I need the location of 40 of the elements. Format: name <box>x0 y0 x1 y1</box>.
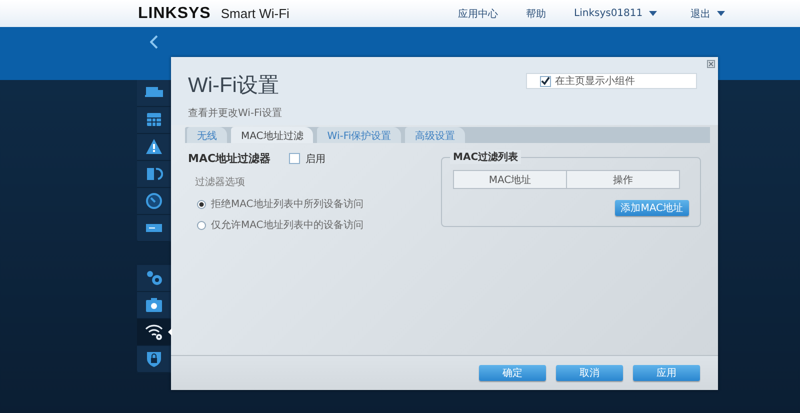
column-header: 操作 <box>566 171 679 188</box>
radio-button[interactable] <box>197 200 206 208</box>
section-label: MAC地址过滤器 <box>188 151 271 166</box>
shield-lock-icon[interactable] <box>145 350 163 368</box>
tab[interactable]: Wi-Fi保护设置 <box>317 127 402 143</box>
nav-link[interactable]: 应用中心 <box>458 6 498 20</box>
sidebar-item[interactable] <box>137 319 171 346</box>
gears-icon[interactable] <box>145 269 163 287</box>
warning-icon[interactable] <box>145 138 163 156</box>
tab[interactable]: 无线 <box>187 127 227 143</box>
dialog-subtitle: 查看并更改Wi-Fi设置 <box>188 106 283 120</box>
tab[interactable]: MAC地址过滤 <box>231 127 314 143</box>
footer-button[interactable]: 取消 <box>556 365 623 381</box>
wifi-icon[interactable] <box>145 323 163 341</box>
add-mac-button[interactable]: 添加MAC地址 <box>614 200 689 216</box>
nav-link[interactable]: 帮助 <box>526 6 546 20</box>
checkbox-label: 启用 <box>306 152 326 166</box>
gauge-icon[interactable] <box>145 192 163 210</box>
dropdown-caret-icon[interactable] <box>716 11 725 16</box>
footer-button[interactable]: 应用 <box>633 365 700 381</box>
calendar-icon[interactable] <box>145 111 163 129</box>
close-icon[interactable] <box>707 60 715 68</box>
radio-button[interactable] <box>197 220 206 230</box>
logo: LINKSYS <box>138 4 211 22</box>
nav-link[interactable]: 退出 <box>690 6 711 20</box>
toolbox-icon[interactable] <box>145 296 163 314</box>
tab[interactable]: 高级设置 <box>405 127 466 143</box>
dropdown-caret-icon[interactable] <box>648 11 657 16</box>
options-label: 过滤器选项 <box>195 176 246 189</box>
checkbox[interactable] <box>288 153 300 164</box>
radio-label: 仅允许MAC地址列表中的设备访问 <box>211 218 364 232</box>
radio-label: 拒绝MAC地址列表中所列设备访问 <box>211 198 364 211</box>
product-name: Smart Wi-Fi <box>220 6 290 20</box>
checkbox[interactable] <box>540 76 551 86</box>
footer-button[interactable]: 确定 <box>479 365 546 381</box>
nav-link[interactable]: Linksys01811 <box>574 8 643 19</box>
column-header: MAC地址 <box>454 171 566 188</box>
dialog-title: Wi-Fi设置 <box>188 73 280 99</box>
panel-title: MAC过滤列表 <box>450 150 522 164</box>
checkbox-label: 在主页显示小组件 <box>555 74 635 88</box>
